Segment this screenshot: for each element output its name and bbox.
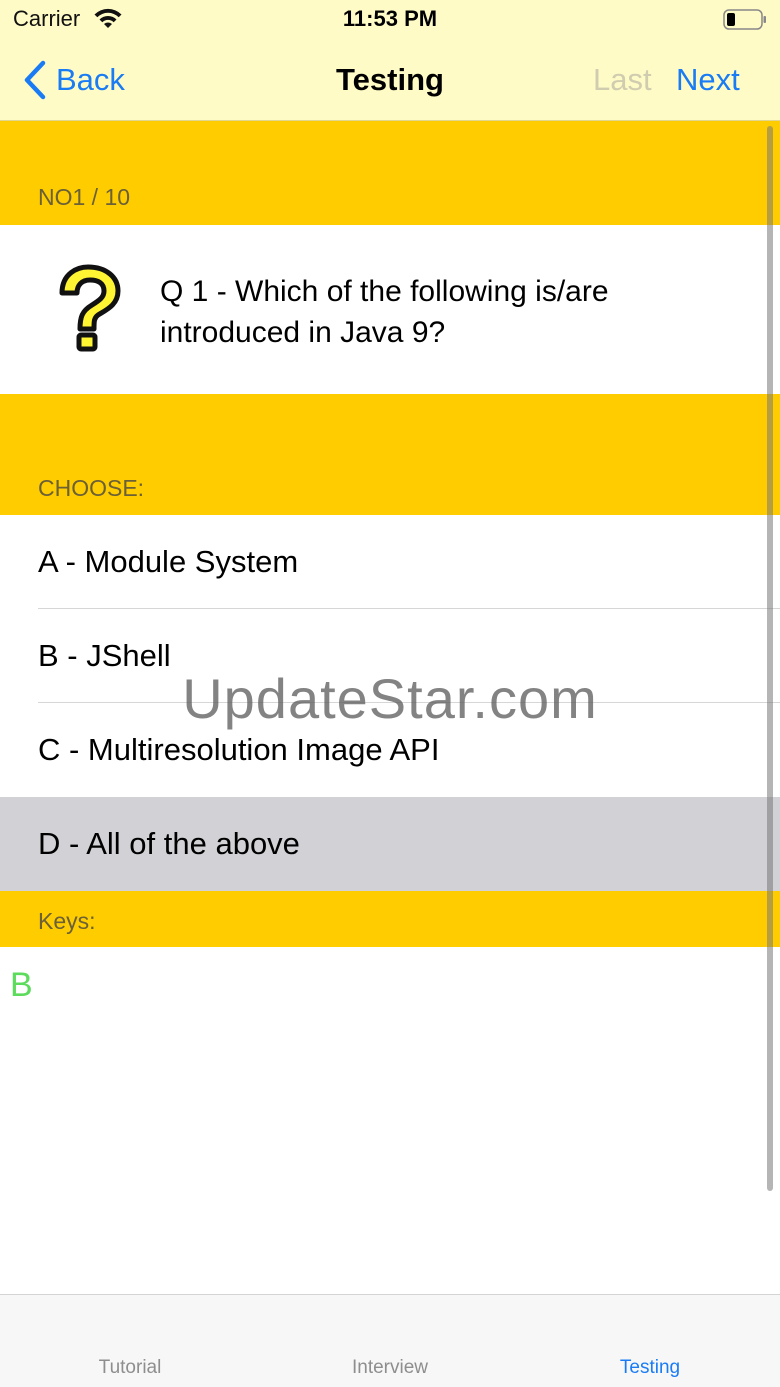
status-bar: Carrier 11:53 PM <box>0 0 780 40</box>
battery-icon <box>723 9 766 30</box>
question-text: Q 1 - Which of the following is/are intr… <box>160 275 609 349</box>
tab-interview[interactable]: Interview <box>260 1357 520 1379</box>
option-label: C - Multiresolution Image API <box>38 732 440 767</box>
tab-bar: Tutorial Interview Testing <box>0 1294 780 1387</box>
last-button[interactable]: Last <box>593 62 652 98</box>
choose-header: CHOOSE: <box>0 394 780 515</box>
option-c[interactable]: C - Multiresolution Image API <box>0 703 780 797</box>
page-title: Testing <box>336 62 444 97</box>
keys-header: Keys: <box>0 891 780 947</box>
option-label: A - Module System <box>38 544 299 579</box>
top-bar: Carrier 11:53 PM Back Testing Last Next <box>0 0 780 121</box>
scrollbar[interactable] <box>767 126 773 1191</box>
tab-testing[interactable]: Testing <box>520 1357 780 1379</box>
option-a[interactable]: A - Module System <box>0 515 780 609</box>
option-label: B - JShell <box>38 638 171 673</box>
status-time: 11:53 PM <box>342 6 438 31</box>
choose-label: CHOOSE: <box>38 475 145 501</box>
next-button[interactable]: Next <box>676 62 740 98</box>
key-answer: B <box>10 966 33 1004</box>
option-label: D - All of the above <box>38 826 300 861</box>
question-mark-icon <box>59 264 121 352</box>
navigation-bar: Back Testing Last Next <box>0 40 780 120</box>
progress-label: NO1 / 10 <box>38 184 131 210</box>
keys-label: Keys: <box>38 908 96 934</box>
tab-tutorial[interactable]: Tutorial <box>0 1357 260 1379</box>
option-b[interactable]: B - JShell <box>0 609 780 703</box>
option-d[interactable]: D - All of the above <box>0 797 780 891</box>
question-row: Q 1 - Which of the following is/are intr… <box>0 225 780 394</box>
progress-header: NO1 / 10 <box>0 121 780 225</box>
